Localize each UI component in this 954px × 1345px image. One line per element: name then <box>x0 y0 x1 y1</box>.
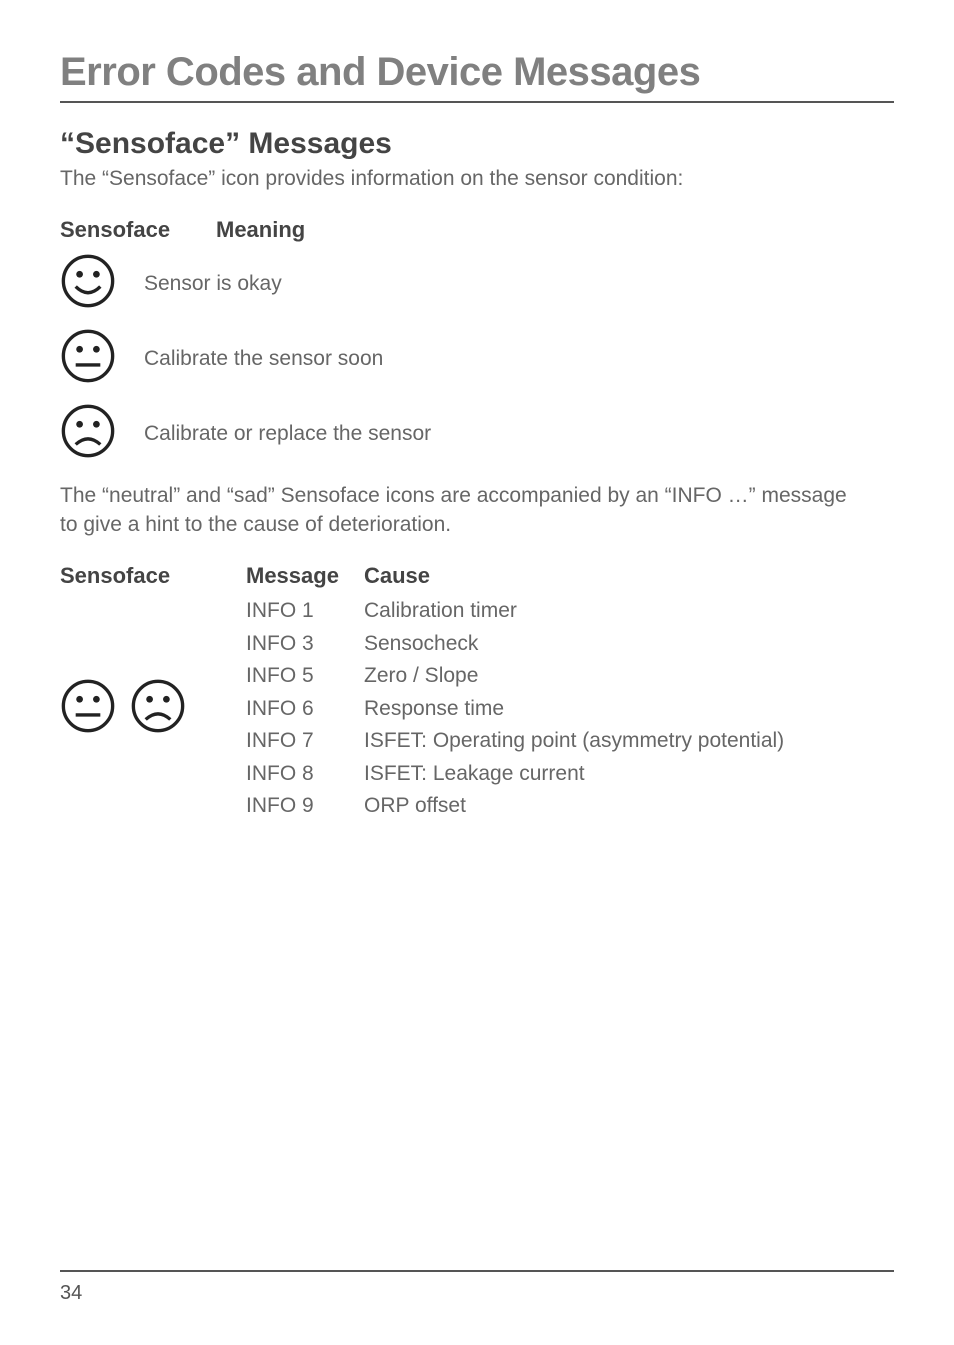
cause-msg: INFO 9 <box>246 790 364 823</box>
cause-msg: INFO 7 <box>246 725 364 758</box>
note-line-1: The “neutral” and “sad” Sensoface icons … <box>60 484 847 507</box>
cause-text: Sensocheck <box>364 628 478 661</box>
cause-row: INFO 7 ISFET: Operating point (asymmetry… <box>246 725 784 758</box>
cause-row: INFO 9 ORP offset <box>246 790 784 823</box>
meaning-header-meaning: Meaning <box>216 217 305 243</box>
cause-msg: INFO 1 <box>246 595 364 628</box>
cause-text: ISFET: Leakage current <box>364 758 585 791</box>
meaning-text: Sensor is okay <box>144 272 282 296</box>
faces-pair <box>60 678 246 739</box>
cause-msg: INFO 6 <box>246 693 364 726</box>
footer-rule <box>60 1270 894 1272</box>
cause-rows: INFO 1 Calibration timer INFO 3 Sensoche… <box>246 595 784 823</box>
face-happy-icon <box>60 253 116 314</box>
page-number: 34 <box>60 1282 894 1305</box>
meaning-row: Calibrate or replace the sensor <box>60 403 894 464</box>
cause-row: INFO 8 ISFET: Leakage current <box>246 758 784 791</box>
page-title: Error Codes and Device Messages <box>60 50 894 95</box>
cause-header-cause: Cause <box>364 563 430 589</box>
cause-msg: INFO 5 <box>246 660 364 693</box>
cause-msg: INFO 3 <box>246 628 364 661</box>
cause-text: ORP offset <box>364 790 466 823</box>
cause-block: INFO 1 Calibration timer INFO 3 Sensoche… <box>60 595 894 823</box>
meaning-headers: Sensoface Meaning <box>60 217 894 243</box>
page: Error Codes and Device Messages “Sensofa… <box>0 0 954 1345</box>
cause-row: INFO 3 Sensocheck <box>246 628 784 661</box>
face-neutral-icon <box>60 678 116 739</box>
cause-text: Calibration timer <box>364 595 517 628</box>
page-footer: 34 <box>60 1270 894 1305</box>
section-heading: “Sensoface” Messages <box>60 127 894 161</box>
cause-header-sensoface: Sensoface <box>60 563 246 589</box>
face-sad-icon <box>60 403 116 464</box>
cause-row: INFO 1 Calibration timer <box>246 595 784 628</box>
meaning-row: Sensor is okay <box>60 253 894 314</box>
face-neutral-icon <box>60 328 116 389</box>
cause-text: Zero / Slope <box>364 660 478 693</box>
cause-text: ISFET: Operating point (asymmetry potent… <box>364 725 784 758</box>
meaning-text: Calibrate the sensor soon <box>144 347 383 371</box>
cause-headers: Sensoface Message Cause <box>60 563 894 589</box>
face-sad-icon <box>130 678 186 739</box>
meaning-text: Calibrate or replace the sensor <box>144 422 431 446</box>
section-intro: The “Sensoface” icon provides informatio… <box>60 165 894 193</box>
note-line-2: to give a hint to the cause of deteriora… <box>60 513 451 536</box>
cause-row: INFO 6 Response time <box>246 693 784 726</box>
meaning-row: Calibrate the sensor soon <box>60 328 894 389</box>
meaning-header-sensoface: Sensoface <box>60 217 208 243</box>
cause-row: INFO 5 Zero / Slope <box>246 660 784 693</box>
note-text: The “neutral” and “sad” Sensoface icons … <box>60 482 894 539</box>
cause-header-message: Message <box>246 563 364 589</box>
title-rule <box>60 101 894 103</box>
cause-msg: INFO 8 <box>246 758 364 791</box>
cause-text: Response time <box>364 693 504 726</box>
